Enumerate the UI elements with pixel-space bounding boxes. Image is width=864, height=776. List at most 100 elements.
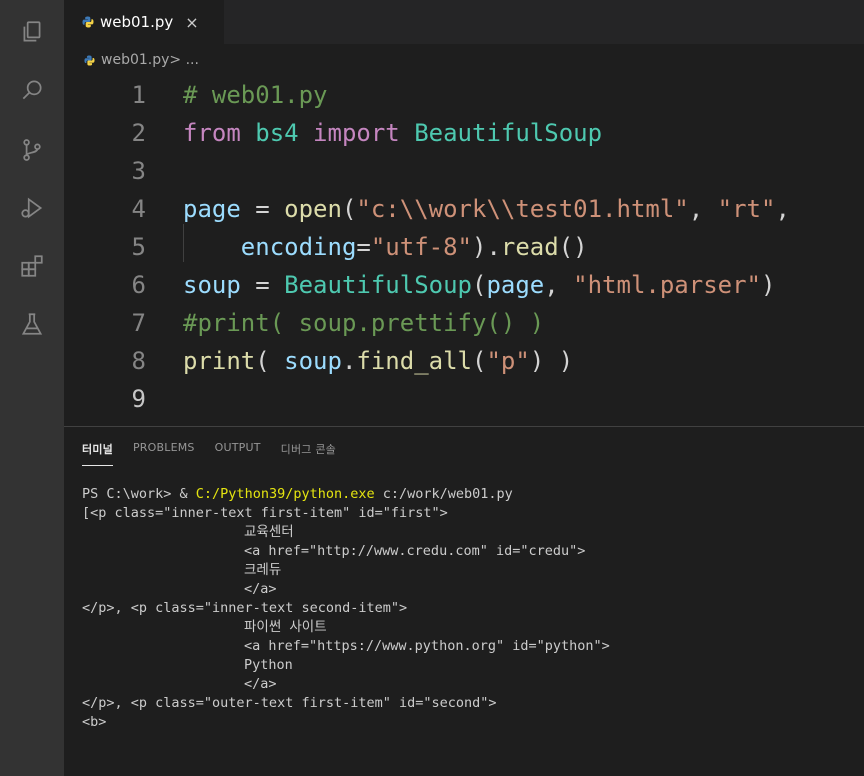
code-token: "p" — [486, 347, 530, 375]
terminal-line: </p>, <p class="outer-text first-item" i… — [82, 695, 497, 711]
code-token: read — [500, 233, 559, 261]
terminal-prompt-args: c:/work/web01.py — [374, 486, 513, 502]
breadcrumb-rest[interactable]: > ... — [169, 52, 199, 68]
code-line[interactable]: 7 #print( soup.prettify() ) — [64, 304, 545, 342]
code-token: #print( soup.prettify() ) — [183, 309, 545, 337]
code-token: = — [356, 233, 371, 261]
code-line[interactable]: 1 # web01.py — [64, 76, 328, 114]
code-token: "utf-8" — [370, 233, 472, 261]
code-line[interactable]: 9 — [64, 380, 146, 418]
line-number: 5 — [131, 233, 146, 261]
terminal-line: [<p class="inner-text first-item" id="fi… — [82, 505, 448, 521]
line-number: 8 — [131, 347, 146, 375]
code-token: find_all — [356, 347, 472, 375]
terminal-line: <a href="http://www.credu.com" id="credu… — [244, 543, 586, 559]
code-token: "c:\\work\\test01.html" — [356, 195, 689, 223]
code-token: encoding — [183, 233, 357, 261]
terminal-line: <b> — [82, 714, 107, 730]
tab-web01-py[interactable]: web01.py × — [64, 0, 224, 44]
activity-bar — [0, 0, 64, 776]
code-text: from bs4 import BeautifulSoup — [183, 114, 602, 152]
code-token: ( — [472, 271, 487, 299]
code-token: "rt" — [717, 195, 776, 223]
terminal-python-path: C:/Python39/python.exe — [195, 486, 375, 502]
code-token: print — [183, 347, 256, 375]
testing-icon[interactable] — [18, 310, 46, 338]
code-token: bs4 — [240, 119, 314, 147]
code-token: = — [240, 195, 285, 223]
terminal-line: 교육센터 — [244, 524, 294, 540]
code-token: open — [284, 195, 342, 223]
code-text: # web01.py — [183, 76, 328, 114]
line-number: 6 — [131, 271, 146, 299]
code-token: page — [486, 271, 545, 299]
code-token: BeautifulSoup — [399, 119, 603, 147]
code-editor[interactable]: 1 # web01.py 2 from bs4 import BeautifulSou… — [64, 76, 864, 424]
bottom-panel: 터미널 PROBLEMS OUTPUT 디버그 콘솔 PS C:\work> & C:… — [64, 426, 864, 776]
line-number: 2 — [131, 119, 146, 147]
terminal-prompt-line: PS C:\work> & C:/Python39/python.exe c:/… — [82, 485, 864, 504]
code-token: from — [183, 119, 241, 147]
code-text: #print( soup.prettify() ) — [183, 304, 544, 342]
code-line[interactable]: 8 print( soup.find_all("p") ) — [64, 342, 574, 380]
terminal-output[interactable]: PS C:\work> & C:/Python39/python.exe c:/… — [82, 485, 864, 732]
line-number: 1 — [131, 81, 146, 109]
code-token: # web01.py — [183, 81, 328, 109]
code-token: , — [544, 271, 574, 299]
panel-tabs: 터미널 PROBLEMS OUTPUT 디버그 콘솔 — [82, 441, 356, 466]
close-icon[interactable]: × — [185, 13, 198, 32]
tab-label: web01.py — [100, 13, 174, 31]
code-text: print( soup.find_all("p") ) — [183, 342, 573, 380]
python-file-icon — [84, 54, 95, 66]
code-token: ( — [255, 347, 285, 375]
code-token: ( — [472, 347, 487, 375]
terminal-line: Python — [244, 657, 293, 673]
python-file-icon — [82, 16, 94, 28]
code-token: ) — [761, 271, 776, 299]
code-token: "html.parser" — [573, 271, 761, 299]
code-token: = — [240, 271, 285, 299]
code-token: import — [313, 119, 400, 147]
code-token: () — [558, 233, 588, 261]
code-token: page — [183, 195, 241, 223]
code-token: soup — [183, 271, 241, 299]
code-text: soup = BeautifulSoup(page, "html.parser"… — [183, 266, 775, 304]
code-token: ( — [341, 195, 357, 223]
code-line[interactable]: 3 — [64, 152, 146, 190]
code-token: ) ) — [529, 347, 574, 375]
code-token: BeautifulSoup — [284, 271, 472, 299]
terminal-line: </p>, <p class="inner-text second-item"> — [82, 600, 408, 616]
search-icon[interactable] — [18, 76, 46, 104]
code-line[interactable]: 6 soup = BeautifulSoup(page, "html.parser… — [64, 266, 776, 304]
panel-tab[interactable]: OUTPUT — [215, 441, 261, 466]
extensions-icon[interactable] — [18, 252, 46, 280]
code-line[interactable]: 4 page = open("c:\\work\\test01.html", "r… — [64, 190, 790, 228]
line-number: 7 — [131, 309, 146, 337]
code-token: . — [341, 347, 357, 375]
terminal-prompt-prefix: PS C:\work> & — [82, 486, 196, 502]
line-number: 4 — [131, 195, 146, 223]
code-token: ). — [472, 233, 501, 261]
code-line[interactable]: 2 from bs4 import BeautifulSoup — [64, 114, 603, 152]
terminal-line: </a> — [244, 581, 277, 597]
breadcrumb-file[interactable]: web01.py — [101, 52, 169, 68]
terminal-line: 크레듀 — [244, 562, 282, 578]
code-token: , — [688, 195, 718, 223]
explorer-icon[interactable] — [18, 18, 46, 46]
panel-tab[interactable]: 터미널 — [82, 441, 113, 466]
terminal-line: </a> — [244, 676, 277, 692]
editor-tab-bar: web01.py × — [64, 0, 864, 44]
run-debug-icon[interactable] — [18, 194, 46, 222]
line-number: 9 — [131, 385, 146, 413]
code-text: encoding="utf-8").read() — [183, 228, 588, 266]
code-text: page = open("c:\\work\\test01.html", "rt… — [183, 190, 790, 228]
line-number: 3 — [131, 157, 146, 185]
code-token: soup — [284, 347, 342, 375]
terminal-line: 파이썬 사이트 — [244, 619, 327, 635]
breadcrumb: web01.py > ... — [64, 44, 864, 76]
panel-tab[interactable]: PROBLEMS — [133, 441, 195, 466]
terminal-line: <a href="https://www.python.org" id="pyt… — [244, 638, 610, 654]
panel-tab[interactable]: 디버그 콘솔 — [281, 441, 336, 466]
source-control-icon[interactable] — [18, 136, 46, 164]
code-line[interactable]: 5 encoding="utf-8").read() — [64, 228, 588, 266]
